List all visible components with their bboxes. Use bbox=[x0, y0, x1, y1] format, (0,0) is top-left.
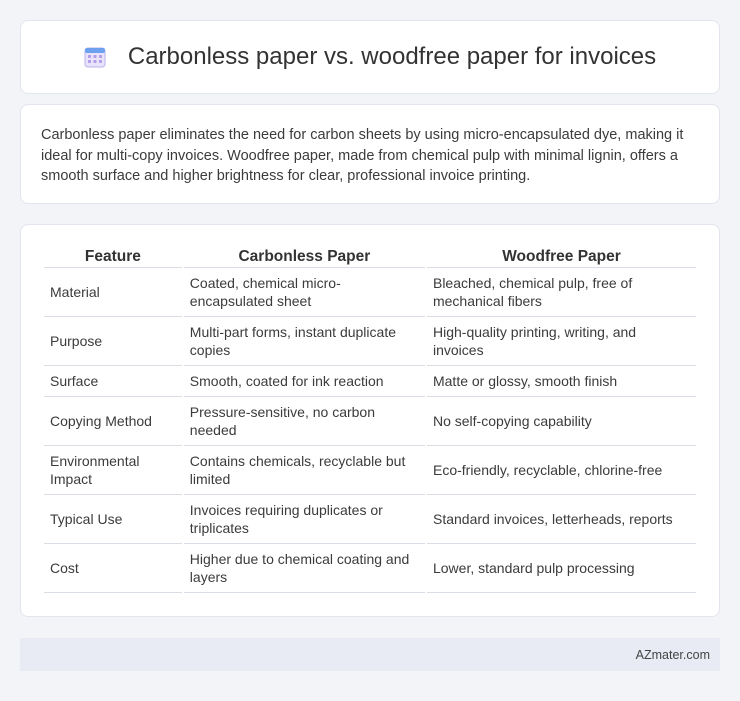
feature-cell: Purpose bbox=[44, 316, 182, 365]
comparison-card: Feature Carbonless Paper Woodfree Paper … bbox=[20, 224, 720, 617]
table-row: Cost Higher due to chemical coating and … bbox=[44, 543, 696, 593]
column-header-carbonless: Carbonless Paper bbox=[238, 248, 371, 265]
page-title: Carbonless paper vs. woodfree paper for … bbox=[127, 43, 657, 70]
table-row: Material Coated, chemical micro-encapsul… bbox=[44, 267, 696, 316]
table-row: Environmental Impact Contains chemicals,… bbox=[44, 445, 696, 494]
summary-card: Carbonless paper eliminates the need for… bbox=[20, 104, 720, 204]
woodfree-cell: Standard invoices, letterheads, reports bbox=[426, 494, 696, 543]
carbonless-cell: Multi-part forms, instant duplicate copi… bbox=[183, 316, 425, 365]
carbonless-cell: Contains chemicals, recyclable but limit… bbox=[183, 445, 425, 494]
carbonless-cell: Invoices requiring duplicates or triplic… bbox=[183, 494, 425, 543]
woodfree-cell: High-quality printing, writing, and invo… bbox=[426, 316, 696, 365]
table-row: Surface Smooth, coated for ink reaction … bbox=[44, 365, 696, 396]
comparison-table: Feature Carbonless Paper Woodfree Paper … bbox=[42, 245, 698, 593]
table-row: Purpose Multi-part forms, instant duplic… bbox=[44, 316, 696, 365]
title-wrap: Carbonless paper vs. woodfree paper for … bbox=[84, 43, 656, 71]
table-row: Typical Use Invoices requiring duplicate… bbox=[44, 494, 696, 543]
woodfree-cell: Eco-friendly, recyclable, chlorine-free bbox=[426, 445, 696, 494]
feature-cell: Copying Method bbox=[44, 396, 182, 445]
woodfree-cell: No self-copying capability bbox=[426, 396, 696, 445]
column-header-feature: Feature bbox=[84, 248, 141, 265]
feature-cell: Environmental Impact bbox=[44, 445, 182, 494]
carbonless-cell: Pressure-sensitive, no carbon needed bbox=[183, 396, 425, 445]
carbonless-cell: Smooth, coated for ink reaction bbox=[183, 365, 425, 396]
carbonless-cell: Coated, chemical micro-encapsulated shee… bbox=[183, 267, 425, 316]
title-card: Carbonless paper vs. woodfree paper for … bbox=[20, 20, 720, 94]
woodfree-cell: Matte or glossy, smooth finish bbox=[426, 365, 696, 396]
feature-cell: Typical Use bbox=[44, 494, 182, 543]
calendar-icon bbox=[84, 47, 106, 68]
table-row: Copying Method Pressure-sensitive, no ca… bbox=[44, 396, 696, 445]
carbonless-cell: Higher due to chemical coating and layer… bbox=[183, 543, 425, 593]
feature-cell: Material bbox=[44, 267, 182, 316]
column-header-woodfree: Woodfree Paper bbox=[502, 248, 621, 265]
footer-brand[interactable]: AZmater.com bbox=[636, 648, 710, 662]
feature-cell: Cost bbox=[44, 543, 182, 593]
table-header-row: Feature Carbonless Paper Woodfree Paper bbox=[44, 245, 696, 267]
summary-text: Carbonless paper eliminates the need for… bbox=[41, 127, 684, 184]
feature-cell: Surface bbox=[44, 365, 182, 396]
woodfree-cell: Bleached, chemical pulp, free of mechani… bbox=[426, 267, 696, 316]
woodfree-cell: Lower, standard pulp processing bbox=[426, 543, 696, 593]
footer: AZmater.com bbox=[20, 638, 720, 671]
